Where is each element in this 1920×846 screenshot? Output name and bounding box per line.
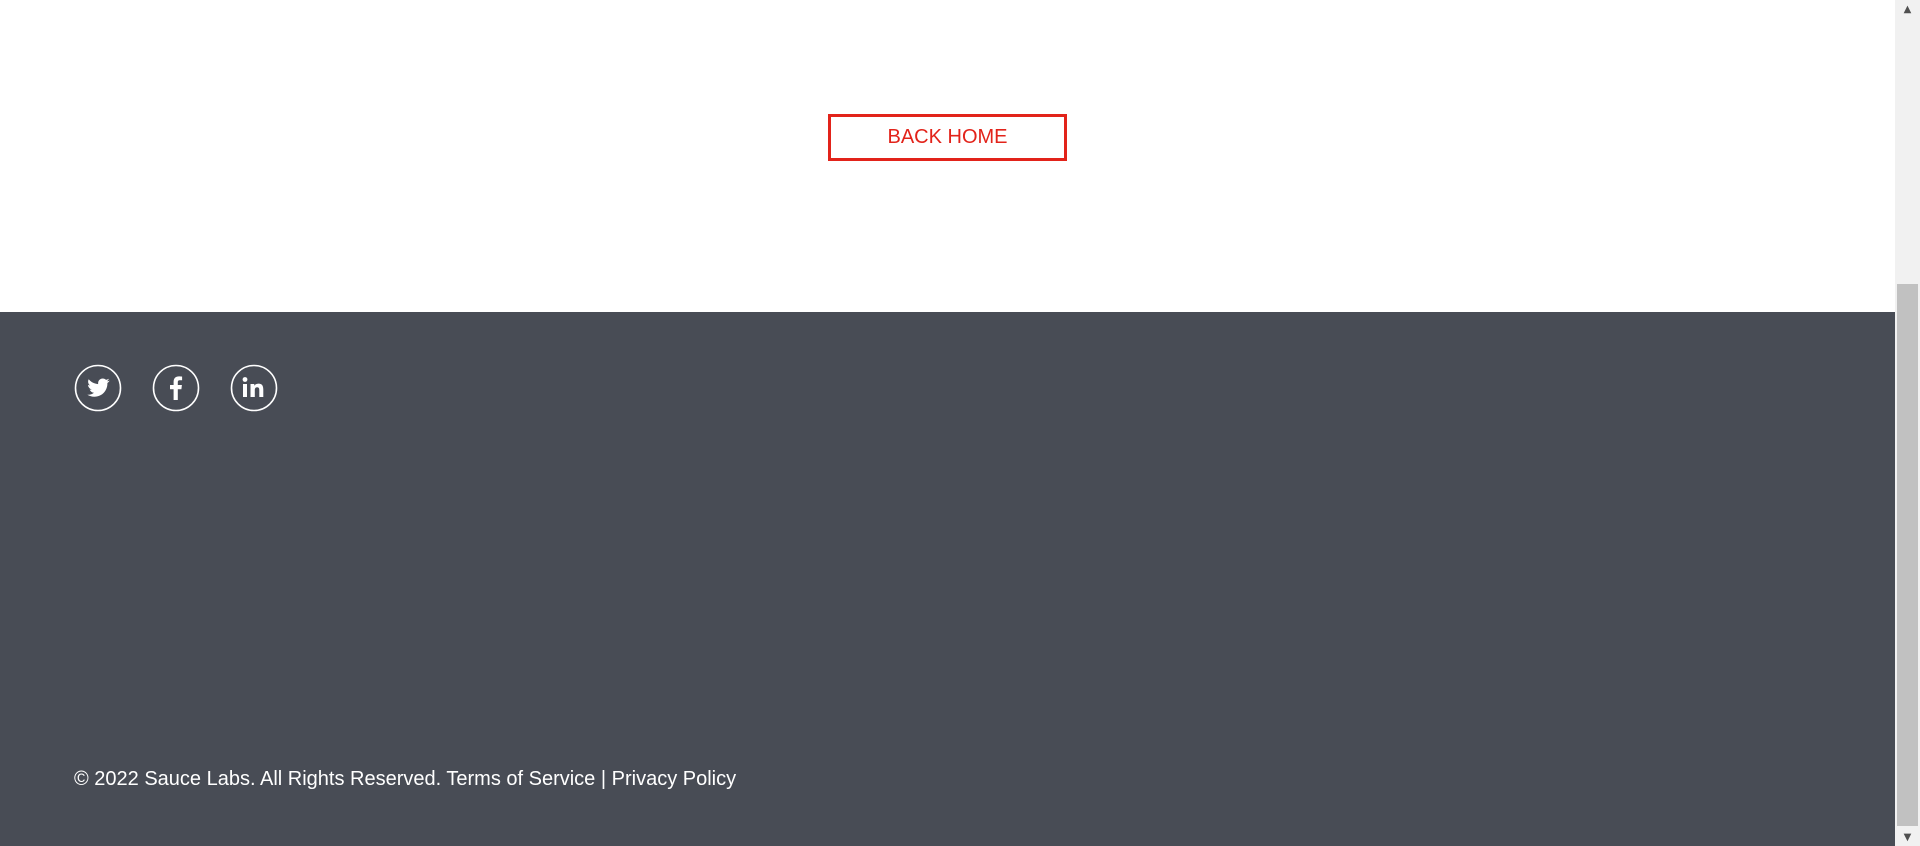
linkedin-icon [230, 364, 278, 412]
twitter-icon [74, 364, 122, 412]
linkedin-link[interactable] [230, 364, 278, 412]
facebook-icon [152, 364, 200, 412]
footer-separator: | [600, 768, 607, 790]
back-home-button[interactable]: BACK HOME [828, 114, 1067, 161]
twitter-link[interactable] [74, 364, 122, 412]
terms-of-service-link[interactable]: Terms of Service [446, 768, 595, 790]
scroll-up-arrow-icon[interactable]: ▲ [1895, 0, 1920, 18]
footer: © 2022 Sauce Labs. All Rights Reserved. … [0, 312, 1895, 846]
social-links [74, 364, 278, 412]
copyright-text: © 2022 Sauce Labs. All Rights Reserved. [74, 768, 442, 790]
scrollbar-thumb[interactable] [1897, 284, 1918, 826]
main-content: BACK HOME [0, 0, 1895, 312]
scroll-down-arrow-icon[interactable]: ▼ [1895, 828, 1920, 846]
footer-copyright-line: © 2022 Sauce Labs. All Rights Reserved. … [74, 768, 736, 791]
vertical-scrollbar[interactable]: ▲ ▼ [1895, 0, 1920, 846]
page: BACK HOME © 2022 Sauce Labs. All Rights … [0, 0, 1920, 846]
privacy-policy-link[interactable]: Privacy Policy [612, 768, 736, 790]
facebook-link[interactable] [152, 364, 200, 412]
